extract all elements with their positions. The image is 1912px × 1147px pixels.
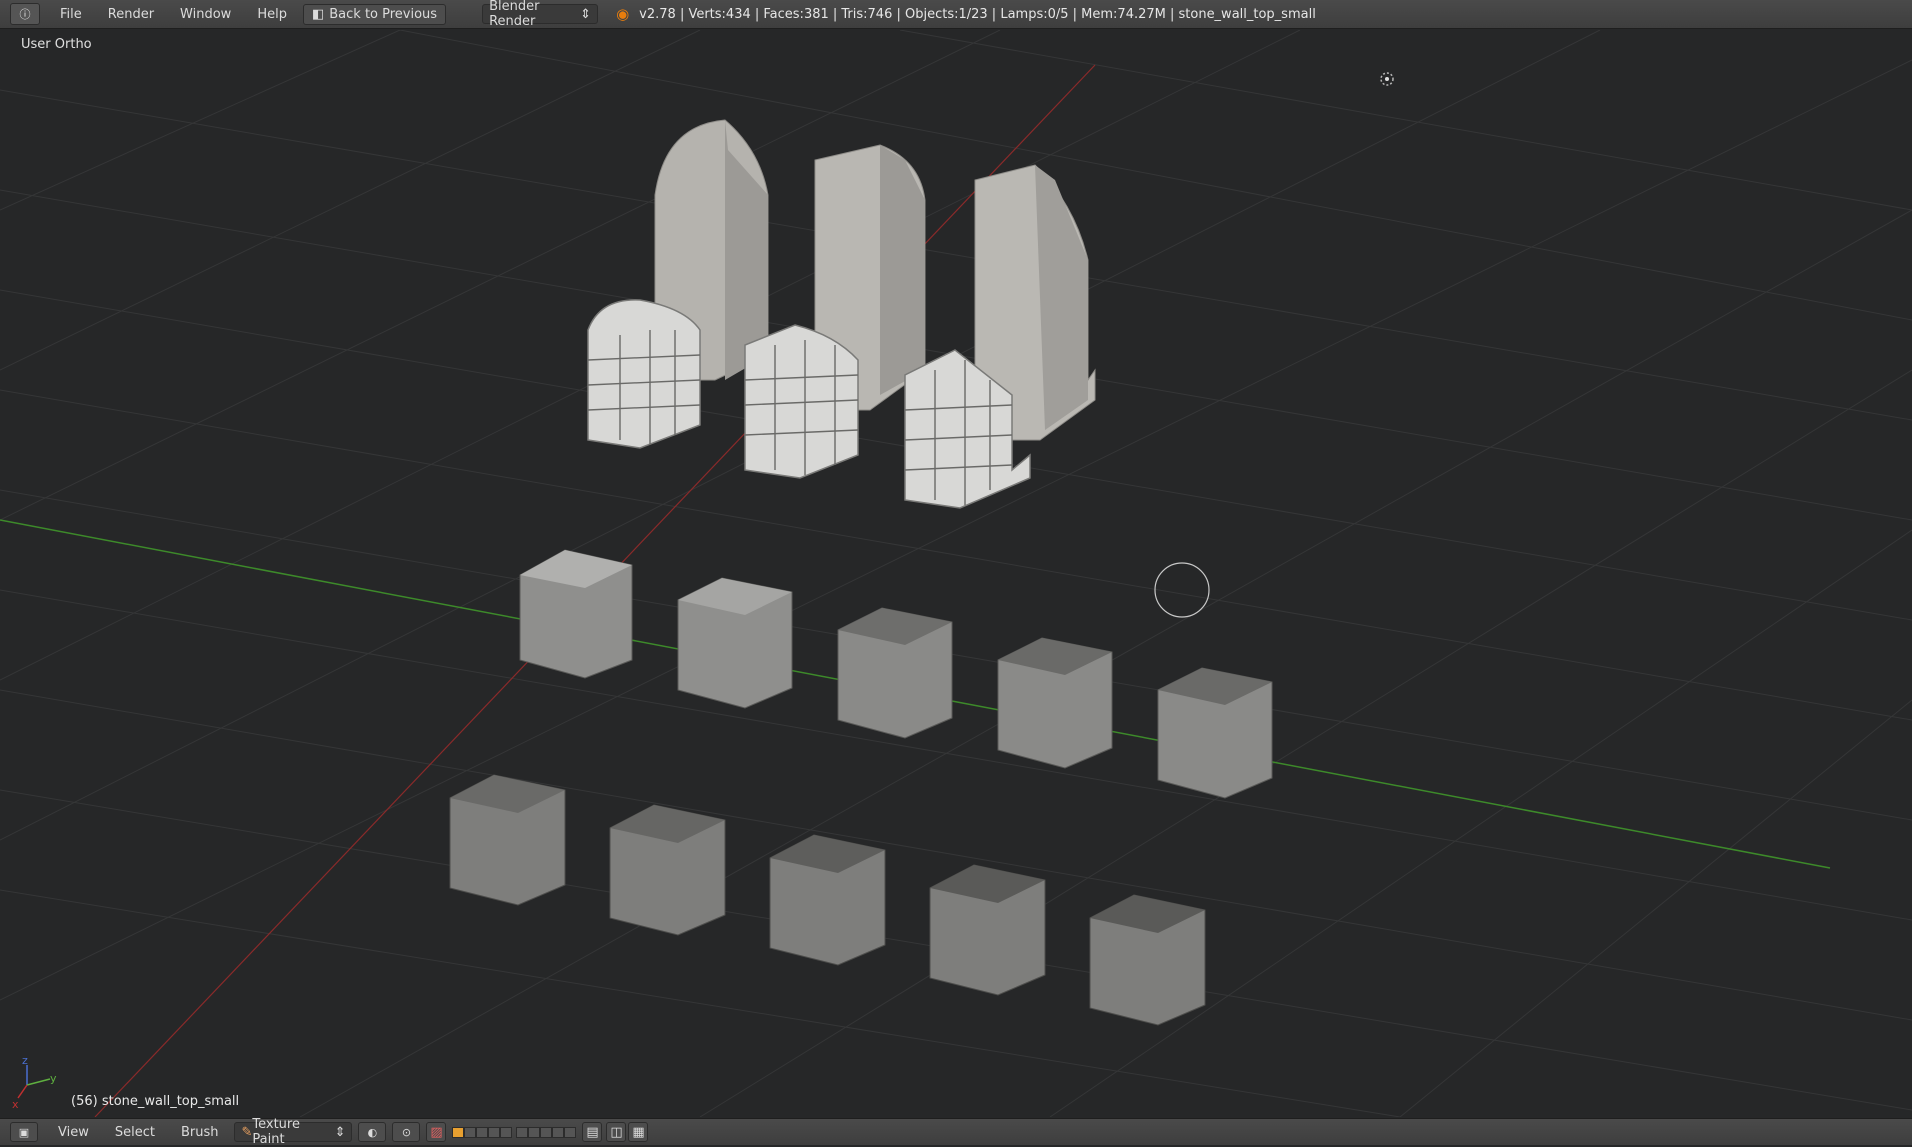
viewport-canvas[interactable] [0, 30, 1912, 1117]
layer-1[interactable] [452, 1126, 465, 1138]
render-button[interactable]: ◫ [606, 1122, 627, 1142]
view-mode-label: User Ortho [21, 37, 92, 52]
menu-view[interactable]: View [52, 1123, 95, 1142]
block-l1 [449, 774, 566, 906]
active-object-label: (56) stone_wall_top_small [71, 1094, 240, 1109]
light-icon[interactable] [1380, 72, 1394, 86]
menu-render[interactable]: Render [102, 5, 160, 24]
block-m5 [1157, 667, 1273, 799]
axis-y-label: y [50, 1072, 57, 1085]
menu-window[interactable]: Window [174, 5, 237, 24]
menu-help[interactable]: Help [251, 5, 293, 24]
block-m4 [997, 637, 1113, 769]
lower-blocks [449, 774, 1206, 1026]
chevron-updown-icon: ⇕ [334, 1124, 346, 1140]
middle-blocks [519, 549, 1273, 799]
render-anim-button[interactable]: ▦ [628, 1122, 649, 1142]
3d-viewport[interactable]: y z x [0, 30, 1912, 1117]
cube-icon: ▣ [18, 1125, 30, 1139]
block-l5 [1089, 894, 1206, 1026]
editor-type-button[interactable]: ▣ [10, 1122, 38, 1142]
block-l2 [609, 804, 726, 936]
layer-10[interactable] [564, 1126, 577, 1138]
render-engine-select[interactable]: Blender Render ⇕ [482, 0, 599, 29]
top-header-bar: ⓘ File Render Window Help ◧ Back to Prev… [0, 0, 1912, 29]
lock-layers-button[interactable]: ▤ [582, 1122, 603, 1142]
menu-select[interactable]: Select [109, 1123, 161, 1142]
layer-2[interactable] [464, 1126, 477, 1138]
layer-9[interactable] [552, 1126, 565, 1138]
layer-3[interactable] [476, 1126, 489, 1138]
menu-brush[interactable]: Brush [175, 1123, 225, 1142]
blender-logo-icon: ◉ [616, 5, 630, 23]
render-engine-label: Blender Render [489, 0, 540, 29]
mask-icon: ▨ [430, 1124, 443, 1140]
layer-6[interactable] [516, 1126, 529, 1138]
axis-z-label: z [22, 1054, 28, 1067]
brush-icon: ✎ [241, 1124, 253, 1140]
axis-x-label: x [12, 1098, 19, 1111]
scene-stats: v2.78 | Verts:434 | Faces:381 | Tris:746… [639, 6, 1316, 22]
pivot-icon: ⊙ [401, 1125, 412, 1139]
pivot-point-button[interactable]: ⊙ [392, 1122, 421, 1142]
mode-label: Texture Paint [252, 1117, 300, 1147]
viewport-header-bar: ▣ View Select Brush ✎ Texture Paint ⇕ ◐ … [0, 1117, 1912, 1147]
block-m1 [519, 549, 633, 679]
layer-4[interactable] [488, 1126, 501, 1138]
layer-buttons[interactable] [452, 1126, 577, 1138]
block-l3 [769, 834, 886, 966]
block-l4 [929, 864, 1046, 996]
block-m2 [677, 577, 793, 709]
block-m3 [837, 607, 953, 739]
tall-pillars [654, 119, 1096, 441]
layer-7[interactable] [528, 1126, 541, 1138]
face-mask-toggle[interactable]: ▨ [426, 1122, 447, 1142]
clapper-icon: ▦ [632, 1124, 645, 1140]
layer-8[interactable] [540, 1126, 553, 1138]
back-to-previous-button[interactable]: ◧ Back to Previous [302, 3, 447, 25]
axis-gizmo [17, 1065, 51, 1099]
info-editor-type-button[interactable]: ⓘ [10, 3, 40, 25]
mode-select[interactable]: ✎ Texture Paint ⇕ [234, 1117, 353, 1147]
back-icon: ◧ [311, 6, 325, 22]
shading-sphere-icon: ◐ [367, 1125, 378, 1139]
pillar-bases [587, 299, 1031, 509]
layers-icon: ▤ [586, 1124, 599, 1140]
back-label: Back to Previous [329, 6, 438, 22]
info-icon: ⓘ [19, 8, 31, 21]
3d-cursor[interactable] [1154, 562, 1210, 618]
menu-file[interactable]: File [54, 5, 88, 24]
viewport-shading-button[interactable]: ◐ [358, 1122, 387, 1142]
camera-icon: ◫ [610, 1124, 623, 1140]
chevron-updown-icon: ⇕ [580, 6, 592, 22]
layer-5[interactable] [500, 1126, 513, 1138]
